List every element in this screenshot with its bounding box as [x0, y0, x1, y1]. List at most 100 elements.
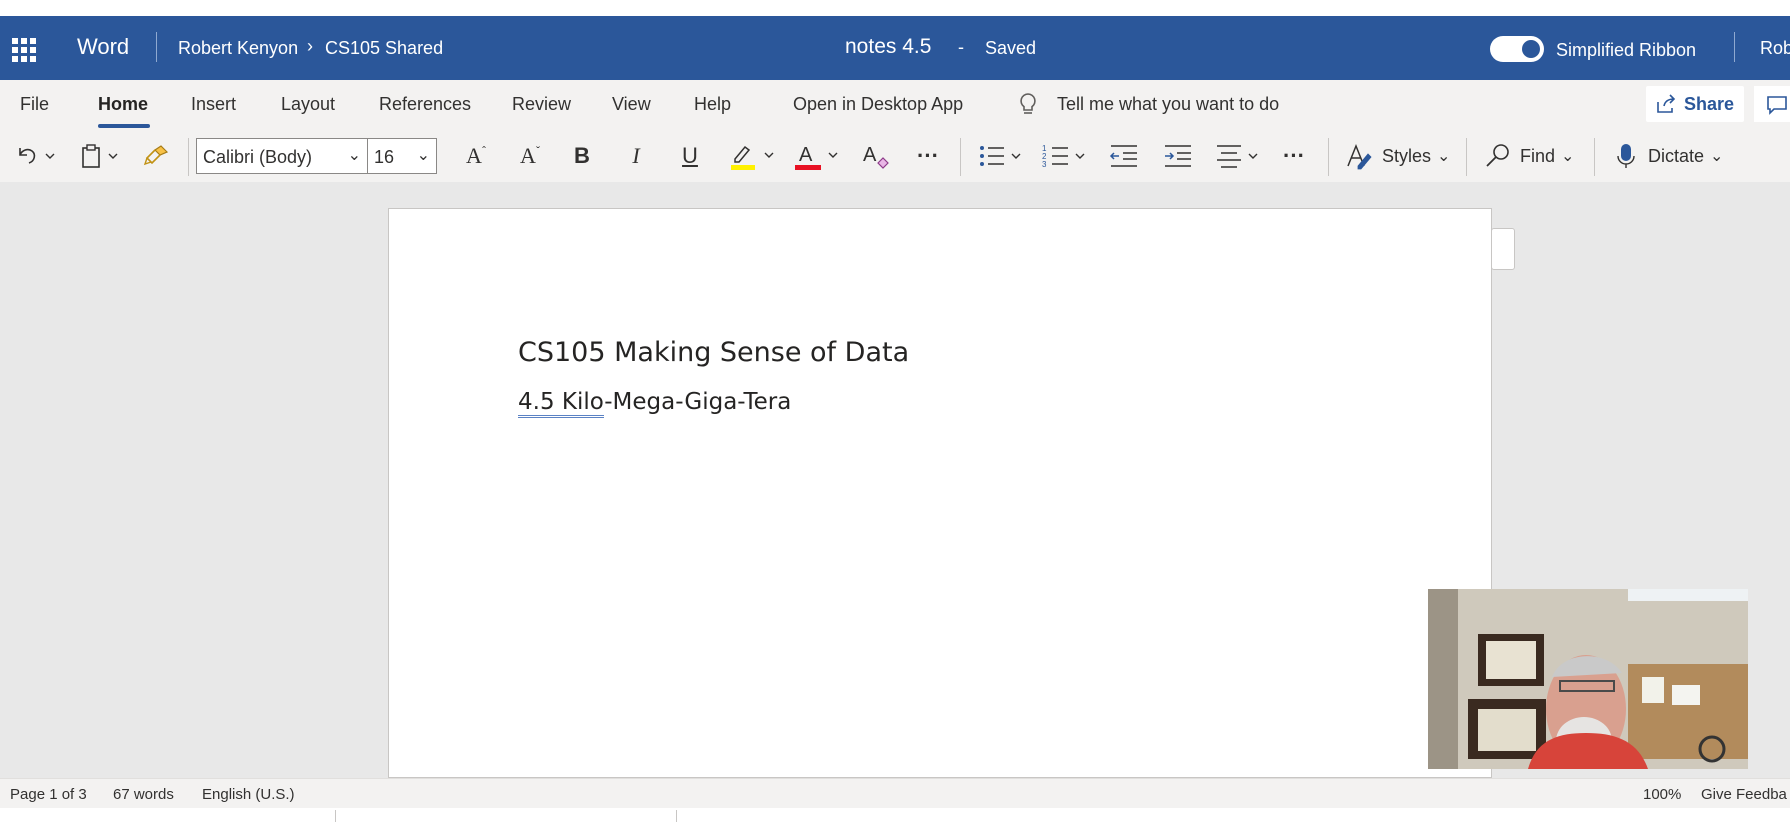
dictate-button[interactable]: Dictate ⌄: [1614, 138, 1744, 174]
tab-references[interactable]: References: [379, 94, 471, 115]
title-separator: -: [958, 37, 964, 57]
share-button[interactable]: Share: [1646, 86, 1744, 122]
font-color-button[interactable]: A: [790, 138, 844, 174]
underline-button[interactable]: U: [672, 138, 708, 174]
toolbar-separator: [1466, 138, 1467, 176]
align-center-icon: [1217, 145, 1258, 168]
simplified-ribbon-label: Simplified Ribbon: [1556, 40, 1697, 60]
user-name[interactable]: Rob: [1760, 38, 1790, 59]
grow-font-icon: Aˆ: [466, 143, 486, 168]
tab-review[interactable]: Review: [512, 94, 571, 115]
search-icon: [1486, 144, 1509, 167]
font-name-value: Calibri (Body): [203, 147, 313, 167]
breadcrumb-folder[interactable]: CS105 Shared: [325, 38, 443, 59]
chevron-down-icon: ⌄: [347, 147, 361, 164]
highlighter-icon: [731, 145, 774, 170]
toolbar-separator: [960, 138, 961, 176]
tell-me-search[interactable]: Tell me what you want to do: [1057, 94, 1279, 115]
toolbar-separator: [1594, 138, 1595, 176]
font-size-value: 16: [374, 147, 395, 167]
clear-formatting-button[interactable]: A: [858, 138, 894, 174]
app-name[interactable]: Word: [77, 34, 129, 60]
tab-insert[interactable]: Insert: [191, 94, 236, 115]
document-page[interactable]: CS105 Making Sense of Data 4.5 Kilo-Mega…: [388, 208, 1492, 778]
grow-font-button[interactable]: Aˆ: [458, 138, 494, 174]
shrink-font-button[interactable]: Aˇ: [512, 138, 548, 174]
save-status: Saved: [985, 38, 1037, 58]
app-launcher-icon[interactable]: [12, 38, 36, 62]
document-heading[interactable]: CS105 Making Sense of Data: [518, 337, 909, 368]
status-bar: Page 1 of 3 67 words English (U.S.) 100%…: [0, 778, 1790, 809]
open-desktop-app-button[interactable]: Open in Desktop App: [793, 94, 963, 115]
bold-button[interactable]: B: [564, 138, 600, 174]
chevron-down-icon: ⌄: [1437, 148, 1451, 165]
language-indicator[interactable]: English (U.S.): [202, 786, 295, 803]
styles-label: Styles: [1382, 145, 1432, 166]
give-feedback-link[interactable]: Give Feedba: [1701, 786, 1787, 803]
numbered-list-icon: 1 2 3: [1042, 144, 1085, 169]
decrease-indent-icon: [1109, 145, 1137, 167]
tab-help[interactable]: Help: [694, 94, 731, 115]
svg-text:A: A: [863, 144, 877, 166]
bullet-list-icon: [980, 146, 1021, 166]
microphone-icon: [1617, 144, 1635, 168]
tab-home[interactable]: Home: [98, 94, 148, 115]
decrease-indent-button[interactable]: [1106, 138, 1142, 174]
bullets-button[interactable]: [978, 138, 1026, 174]
comment-icon: [1767, 96, 1787, 115]
font-size-dropdown[interactable]: 16 ⌄: [367, 138, 437, 174]
clipboard-button[interactable]: [78, 138, 126, 174]
format-painter-icon: [143, 145, 169, 166]
font-color-icon: A: [795, 144, 838, 170]
webcam-overlay: [1428, 589, 1748, 769]
more-font-options-button[interactable]: ···: [910, 138, 946, 174]
breadcrumb-owner[interactable]: Robert Kenyon: [178, 38, 298, 59]
document-title[interactable]: notes 4.5: [845, 35, 931, 59]
clear-formatting-icon: A: [863, 144, 889, 169]
tab-view[interactable]: View: [612, 94, 651, 115]
toolbar-separator: [188, 138, 189, 176]
simplified-ribbon-toggle[interactable]: [1490, 36, 1544, 62]
svg-text:3: 3: [1042, 160, 1047, 169]
page-count[interactable]: Page 1 of 3: [10, 786, 87, 803]
zoom-level[interactable]: 100%: [1643, 786, 1681, 803]
document-subheading[interactable]: 4.5 Kilo-Mega-Giga-Tera: [518, 389, 792, 418]
styles-button[interactable]: Styles ⌄: [1344, 138, 1460, 174]
active-tab-indicator: [98, 124, 150, 128]
comment-margin-tab[interactable]: [1491, 228, 1515, 270]
chevron-down-icon: ⌄: [1561, 148, 1575, 165]
align-button[interactable]: [1214, 138, 1264, 174]
ribbon-tabs: File Home Insert Layout References Revie…: [0, 80, 1790, 130]
lightbulb-icon: [1020, 93, 1036, 114]
styles-icon: [1347, 143, 1372, 170]
user-divider: [1734, 32, 1735, 62]
italic-button[interactable]: I: [618, 138, 654, 174]
webcam-image: [1428, 589, 1748, 769]
subheading-rest: -Mega-Giga-Tera: [604, 389, 792, 415]
increase-indent-icon: [1165, 145, 1191, 167]
more-paragraph-options-button[interactable]: ···: [1276, 138, 1312, 174]
format-painter-button[interactable]: [140, 138, 174, 174]
svg-text:A: A: [799, 144, 813, 166]
dictate-label: Dictate: [1648, 145, 1705, 166]
chevron-down-icon: ⌄: [1710, 148, 1724, 165]
toolbar-separator: [1328, 138, 1329, 176]
find-button[interactable]: Find ⌄: [1484, 138, 1584, 174]
share-label: Share: [1684, 94, 1735, 114]
find-label: Find: [1520, 145, 1556, 166]
shrink-font-icon: Aˇ: [520, 143, 540, 168]
ribbon-toolbar: Calibri (Body) ⌄ 16 ⌄ Aˆ Aˇ B I U A A ··…: [0, 130, 1790, 182]
tab-layout[interactable]: Layout: [281, 94, 335, 115]
tab-file[interactable]: File: [20, 94, 49, 115]
highlight-button[interactable]: [726, 138, 780, 174]
strip-divider: [676, 810, 677, 822]
comments-button[interactable]: [1754, 86, 1790, 122]
undo-button[interactable]: [12, 138, 60, 174]
spelling-flag[interactable]: 4.5 Kilo: [518, 389, 605, 418]
increase-indent-button[interactable]: [1160, 138, 1196, 174]
title-bar: Word Robert Kenyon › CS105 Shared notes …: [0, 16, 1790, 80]
word-count[interactable]: 67 words: [113, 786, 174, 803]
bottom-strip: [0, 808, 1790, 826]
numbering-button[interactable]: 1 2 3: [1042, 138, 1090, 174]
font-name-dropdown[interactable]: Calibri (Body) ⌄: [196, 138, 368, 174]
